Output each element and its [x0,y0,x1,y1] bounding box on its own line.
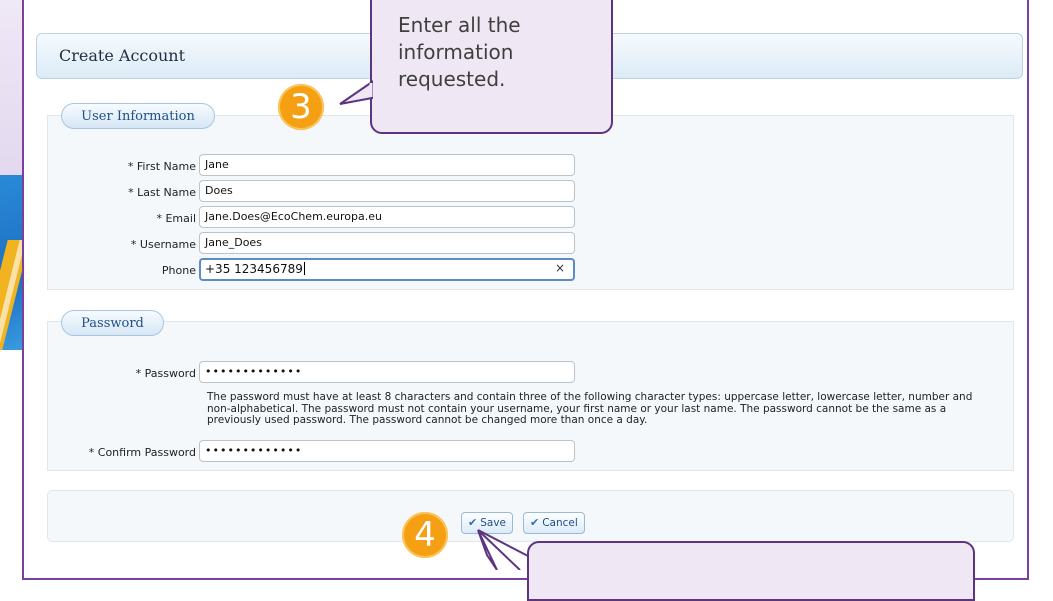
save-callout [527,541,975,601]
last-name-label: * Last Name [128,186,196,199]
user-information-legend: User Information [61,103,215,129]
password-legend: Password [61,310,164,336]
step-3-badge: 3 [278,84,324,130]
username-field[interactable]: Jane_Does [199,232,575,254]
confirm-password-label: * Confirm Password [88,446,196,459]
phone-value: +35 123456789 [205,262,303,276]
step-4-badge: 4 [402,512,448,558]
background-graphic [0,175,30,350]
first-name-label: * First Name [127,160,196,173]
first-name-field[interactable]: Jane [199,154,575,176]
password-field[interactable]: ••••••••••••• [199,361,575,383]
password-label: * Password [135,367,196,380]
password-requirements-text: The password must have at least 8 charac… [207,391,973,426]
email-label: * Email [156,212,196,225]
phone-label: Phone [161,264,196,277]
phone-field[interactable]: +35 123456789 × [199,258,575,281]
cancel-button[interactable]: ✔ Cancel [523,512,585,534]
email-field[interactable]: Jane.Does@EcoChem.europa.eu [199,206,575,228]
text-cursor [303,262,305,275]
check-icon: ✔ [530,516,540,529]
confirm-password-field[interactable]: ••••••••••••• [199,440,575,462]
cancel-label: Cancel [542,517,578,529]
save-button[interactable]: ✔ Save [461,512,513,534]
clear-icon[interactable]: × [555,261,565,275]
username-label: * Username [130,238,196,251]
instruction-callout-text: Enter all the information requested. [398,13,521,91]
check-icon: ✔ [468,516,478,529]
instruction-callout: Enter all the information requested. [370,0,613,134]
last-name-field[interactable]: Does [199,180,575,202]
save-label: Save [480,517,506,529]
page-title: Create Account [59,46,186,65]
